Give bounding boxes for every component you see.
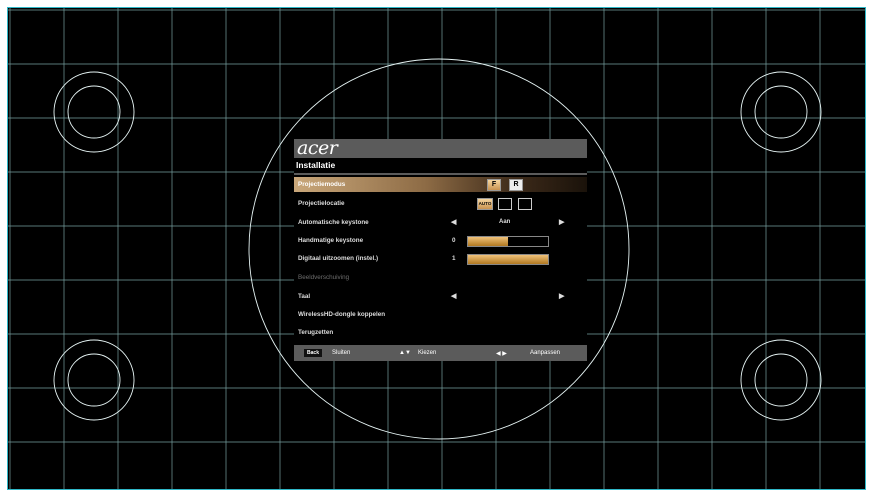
acer-logo: acer	[297, 137, 338, 159]
digital-zoom-value: 1	[452, 255, 456, 262]
manual-keystone-value: 0	[452, 237, 456, 244]
corner-circle-inner-br	[754, 353, 808, 407]
title-divider	[294, 173, 587, 175]
left-right-arrows-icon: ◀ ▶	[496, 351, 507, 357]
menu-item-label: Projectielocatie	[298, 200, 345, 207]
left-arrow-icon[interactable]: ◀	[451, 292, 456, 300]
slider-fill	[468, 255, 548, 264]
manual-keystone-slider[interactable]	[467, 236, 549, 247]
corner-circle-inner-bl	[67, 353, 121, 407]
desk-location-icon[interactable]	[498, 198, 512, 210]
menu-item-reset[interactable]: Terugzetten	[294, 325, 587, 340]
menu-item-image-shift: Beeldverschuiving	[294, 270, 587, 285]
menu-item-label: WirelessHD-dongle koppelen	[298, 311, 386, 318]
ceiling-location-icon[interactable]	[518, 198, 532, 210]
menu-item-auto-keystone[interactable]: Automatische keystone ◀ Aan ▶	[294, 215, 587, 230]
menu-item-label: Beeldverschuiving	[298, 274, 350, 281]
menu-item-projection-mode[interactable]: Projectiemodus F R	[294, 177, 587, 192]
rear-projection-icon[interactable]: R	[509, 179, 523, 191]
right-arrow-icon[interactable]: ▶	[559, 292, 564, 300]
corner-circle-outer-tr	[740, 71, 822, 153]
corner-circle-inner-tl	[67, 85, 121, 139]
right-arrow-icon[interactable]: ▶	[559, 218, 564, 226]
installation-osd-menu: acer Installatie Projectiemodus F R Proj…	[294, 137, 587, 361]
menu-item-label: Taal	[298, 293, 311, 300]
menu-item-label: Handmatige keystone	[298, 237, 364, 244]
auto-location-icon[interactable]: AUTO	[477, 198, 493, 210]
corner-circle-outer-br	[740, 339, 822, 421]
osd-header: acer	[294, 137, 587, 159]
corner-circle-outer-bl	[53, 339, 135, 421]
digital-zoom-slider[interactable]	[467, 254, 549, 265]
menu-item-language[interactable]: Taal ◀ ▶	[294, 289, 587, 304]
front-projection-icon[interactable]: F	[487, 179, 501, 191]
menu-item-label: Projectiemodus	[298, 181, 346, 188]
menu-item-wirelesshd-pair[interactable]: WirelessHD-dongle koppelen	[294, 307, 587, 322]
menu-item-manual-keystone[interactable]: Handmatige keystone 0	[294, 233, 587, 248]
left-arrow-icon[interactable]: ◀	[451, 218, 456, 226]
close-hint: Sluiten	[332, 350, 351, 356]
slider-fill	[468, 237, 508, 246]
corner-circle-outer-tl	[53, 71, 135, 153]
back-key-icon[interactable]: Back	[304, 349, 322, 357]
adjust-hint: Aanpassen	[530, 350, 561, 356]
up-down-arrows-icon: ▲▼	[399, 350, 411, 356]
menu-title: Installatie	[296, 160, 336, 170]
menu-item-projection-location[interactable]: Projectielocatie AUTO	[294, 196, 587, 211]
auto-keystone-value: Aan	[499, 219, 511, 225]
menu-item-label: Digitaal uitzoomen (instel.)	[298, 255, 379, 262]
osd-footer: Back Sluiten ▲▼ Kiezen ◀ ▶ Aanpassen	[294, 345, 587, 361]
menu-item-label: Automatische keystone	[298, 219, 369, 226]
corner-circle-inner-tr	[754, 85, 808, 139]
menu-item-label: Terugzetten	[298, 329, 334, 336]
select-hint: Kiezen	[418, 350, 437, 356]
menu-item-digital-zoom[interactable]: Digitaal uitzoomen (instel.) 1	[294, 251, 587, 266]
